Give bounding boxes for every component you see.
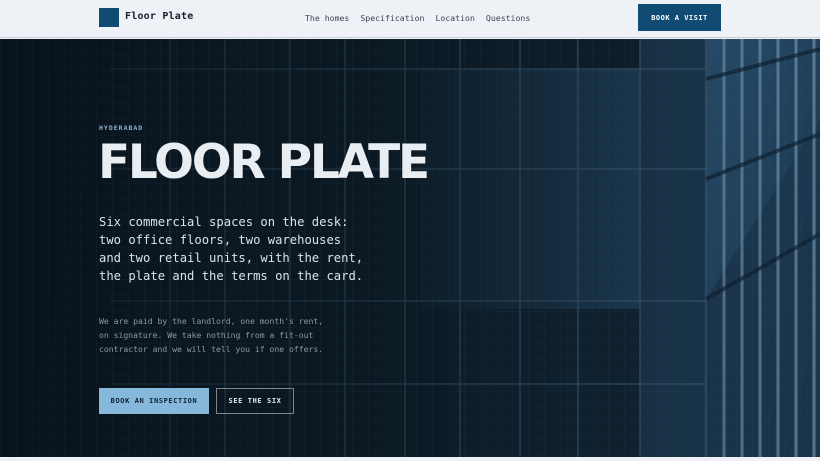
page-divider <box>0 457 820 461</box>
nav-link-questions[interactable]: Questions <box>486 13 530 23</box>
see-the-six-button[interactable]: SEE THE SIX <box>216 388 294 414</box>
hero-title: FLOOR PLATE <box>98 135 430 190</box>
logo-icon[interactable] <box>99 8 119 27</box>
book-inspection-button[interactable]: BOOK AN INSPECTION <box>99 388 209 414</box>
site-header: Floor Plate The homes Specification Loca… <box>0 0 820 38</box>
main-nav: The homes Specification Location Questio… <box>305 13 530 23</box>
hero-fee-note: We are paid by the landlord, one month's… <box>99 316 324 354</box>
book-visit-button[interactable]: BOOK A VISIT <box>638 4 721 31</box>
nav-link-the-homes[interactable]: The homes <box>305 13 349 23</box>
nav-link-specification[interactable]: Specification <box>360 13 424 23</box>
nav-link-location[interactable]: Location <box>435 13 474 23</box>
hero-eyebrow: HYDERABAD <box>99 124 144 132</box>
hero-section: HYDERABAD FLOOR PLATE Six commercial spa… <box>0 39 820 457</box>
hero-lead-text: Six commercial spaces on the desk: two o… <box>99 215 364 283</box>
brand-name[interactable]: Floor Plate <box>125 11 193 22</box>
